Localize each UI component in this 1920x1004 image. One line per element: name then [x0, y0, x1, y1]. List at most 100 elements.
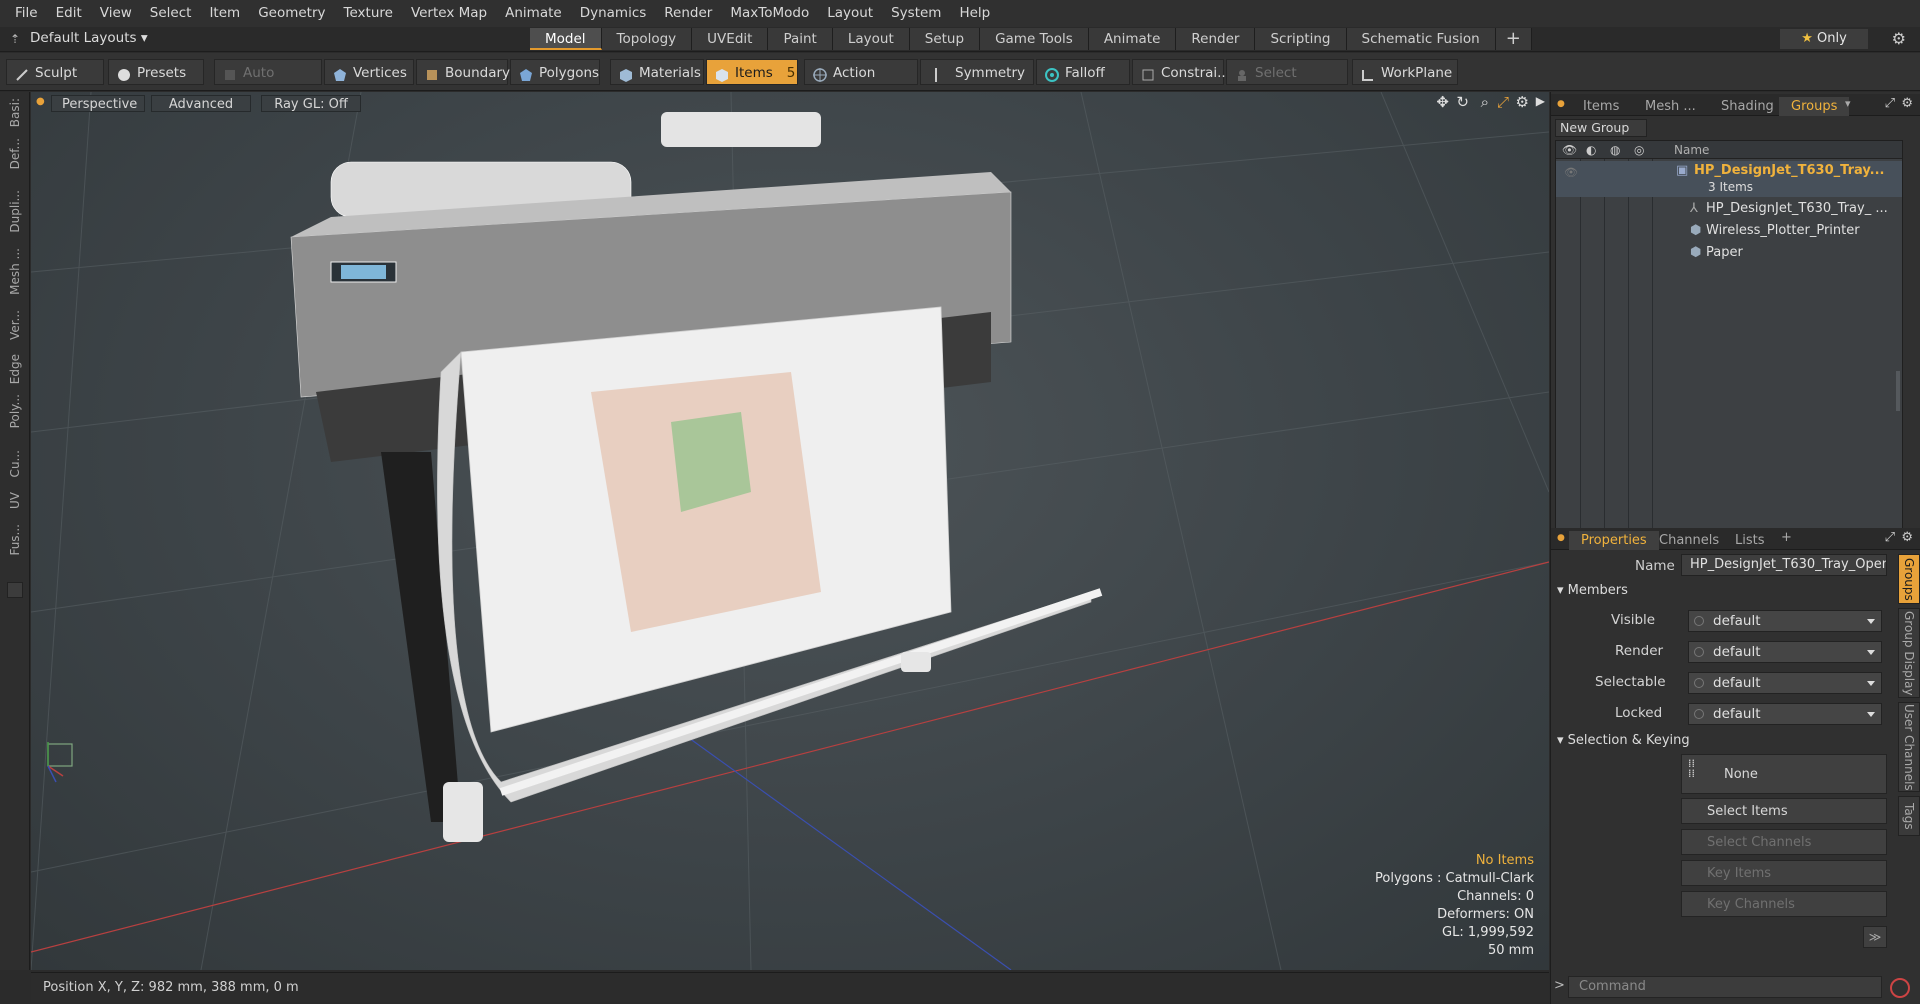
menu-render[interactable]: Render	[655, 0, 721, 27]
tab-paint[interactable]: Paint	[768, 28, 833, 50]
tab-animate[interactable]: Animate	[1088, 28, 1177, 50]
key-items-button[interactable]: Key Items	[1681, 860, 1887, 886]
presets-button[interactable]: Presets	[108, 59, 204, 85]
zoom-view-icon[interactable]: ⌕	[1481, 93, 1489, 111]
panel-expand-icon[interactable]: ⤢	[1885, 96, 1895, 111]
menu-view[interactable]: View	[91, 0, 141, 27]
tab-model[interactable]: Model	[530, 28, 602, 50]
select-channels-button[interactable]: Select Channels	[1681, 829, 1887, 855]
menu-animate[interactable]: Animate	[496, 0, 571, 27]
menu-edit[interactable]: Edit	[47, 0, 91, 27]
view-mode-dropdown[interactable]: Perspective	[51, 95, 145, 112]
menu-item[interactable]: Item	[200, 0, 249, 27]
visible-dropdown[interactable]: default	[1688, 610, 1882, 632]
rotate-view-icon[interactable]: ↻	[1456, 93, 1469, 111]
panel-expand-icon[interactable]: ⤢	[1885, 530, 1895, 545]
group-child-row[interactable]: ⬢ Wireless_Plotter_Printer	[1556, 221, 1902, 241]
viewport-gear-icon[interactable]: ⚙	[1516, 93, 1529, 111]
left-tab-fusion[interactable]: Fus...	[8, 524, 22, 556]
tab-uvedit[interactable]: UVEdit	[692, 28, 769, 50]
tab-render[interactable]: Render	[1176, 28, 1256, 50]
layout-arrow-icon[interactable]: ⇡	[10, 32, 20, 46]
only-toggle[interactable]: ★ Only	[1780, 29, 1868, 49]
tab-channels[interactable]: Channels	[1647, 531, 1731, 550]
tab-game-tools[interactable]: Game Tools	[980, 28, 1089, 50]
left-tab-deform[interactable]: Def...	[8, 138, 22, 169]
new-group-button[interactable]: New Group	[1555, 119, 1647, 137]
locked-dropdown[interactable]: default	[1688, 703, 1882, 725]
tab-groups[interactable]: Groups	[1779, 97, 1850, 116]
viewport-more-icon[interactable]: ▶	[1536, 94, 1545, 108]
panel-gear-icon[interactable]: ⚙	[1901, 530, 1913, 545]
3d-viewport[interactable]: ● Perspective Advanced Ray GL: Off ✥ ↻ ⌕…	[31, 92, 1549, 970]
selectable-dropdown[interactable]: default	[1688, 672, 1882, 694]
tabs-dropdown-icon[interactable]: ▾	[1845, 97, 1851, 110]
tab-setup[interactable]: Setup	[909, 28, 981, 50]
vtab-user-channels[interactable]: User Channels	[1898, 702, 1920, 792]
maximize-view-icon[interactable]: ⤢	[1497, 93, 1509, 111]
menu-select[interactable]: Select	[141, 0, 201, 27]
tab-mesh[interactable]: Mesh ...	[1633, 97, 1708, 116]
left-tab-uv[interactable]: UV	[8, 492, 22, 509]
visibility-icon[interactable]: 👁	[1564, 163, 1578, 183]
left-tab-edge[interactable]: Edge	[8, 354, 22, 384]
menu-maxtomodo[interactable]: MaxToModo	[721, 0, 818, 27]
render-dropdown[interactable]: default	[1688, 641, 1882, 663]
vtab-tags[interactable]: Tags	[1898, 796, 1920, 836]
printer-model[interactable]	[290, 112, 1103, 842]
symmetry-button[interactable]: Symmetry	[920, 59, 1034, 85]
constraints-button[interactable]: Constrai...	[1132, 59, 1230, 85]
members-section[interactable]: ▾ Members	[1557, 582, 1628, 600]
list-scrollbar[interactable]	[1896, 371, 1900, 411]
advanced-dropdown[interactable]: Advanced	[151, 95, 251, 112]
left-tab-vertex[interactable]: Ver...	[8, 310, 22, 340]
name-field[interactable]: HP_DesignJet_T630_Tray_Open	[1681, 554, 1887, 576]
sculpt-button[interactable]: Sculpt	[6, 59, 104, 85]
expand-strip-button[interactable]	[7, 582, 23, 598]
gear-icon[interactable]: ⚙	[1892, 29, 1906, 48]
falloff-button[interactable]: Falloff	[1036, 59, 1130, 85]
left-tab-basic[interactable]: Basi:	[8, 98, 22, 127]
materials-button[interactable]: Materials	[610, 59, 704, 85]
menu-help[interactable]: Help	[950, 0, 999, 27]
expand-more-button[interactable]: ≫	[1863, 926, 1887, 948]
tab-layout[interactable]: Layout	[832, 28, 910, 50]
vertices-button[interactable]: Vertices1	[324, 59, 427, 85]
tab-items[interactable]: Items	[1571, 97, 1631, 116]
tab-scripting[interactable]: Scripting	[1255, 28, 1347, 50]
menu-system[interactable]: System	[882, 0, 950, 27]
items-button[interactable]: Items 5	[706, 59, 798, 85]
vtab-group-display[interactable]: Group Display	[1898, 608, 1920, 698]
menu-texture[interactable]: Texture	[335, 0, 402, 27]
render-icon[interactable]: ◐	[1586, 141, 1596, 159]
eye-icon[interactable]: 👁	[1562, 141, 1577, 159]
left-tab-mesh[interactable]: Mesh ...	[8, 248, 22, 295]
workplane-button[interactable]: WorkPlane	[1352, 59, 1458, 85]
select-icon[interactable]: ◎	[1634, 141, 1644, 159]
add-tab-icon[interactable]: +	[1495, 28, 1532, 50]
tab-shading[interactable]: Shading	[1709, 97, 1786, 116]
raygl-dropdown[interactable]: Ray GL: Off	[261, 95, 361, 112]
add-tab-icon[interactable]: +	[1781, 530, 1792, 545]
menu-layout[interactable]: Layout	[818, 0, 882, 27]
none-selector[interactable]: ⁞⁞ ⁞⁞ None	[1681, 754, 1887, 794]
group-child-row[interactable]: ⬢ Paper	[1556, 243, 1902, 263]
tab-schematic-fusion[interactable]: Schematic Fusion	[1346, 28, 1496, 50]
tab-properties[interactable]: Properties	[1569, 531, 1659, 550]
action-center-button[interactable]: Action Center	[804, 59, 918, 107]
left-tab-duplicate[interactable]: Dupli...	[8, 190, 22, 233]
lock-icon[interactable]: ◍	[1610, 141, 1620, 159]
menu-file[interactable]: File	[6, 0, 47, 27]
tab-lists[interactable]: Lists	[1723, 531, 1777, 550]
group-row[interactable]: 👁 ▣ HP_DesignJet_T630_Tray... 3 Items	[1556, 161, 1902, 197]
polygons-button[interactable]: Polygons	[510, 59, 600, 85]
key-channels-button[interactable]: Key Channels	[1681, 891, 1887, 917]
record-icon[interactable]	[1890, 978, 1910, 998]
menu-dynamics[interactable]: Dynamics	[571, 0, 656, 27]
select-through-button[interactable]: Select Through	[1226, 59, 1348, 107]
layout-selector[interactable]: Default Layouts ▾	[30, 30, 148, 46]
move-view-icon[interactable]: ✥	[1436, 93, 1449, 111]
command-input[interactable]: Command	[1568, 976, 1882, 998]
group-child-row[interactable]: ⅄ HP_DesignJet_T630_Tray_ ...	[1556, 199, 1902, 219]
boundary-button[interactable]: Boundary	[416, 59, 510, 85]
